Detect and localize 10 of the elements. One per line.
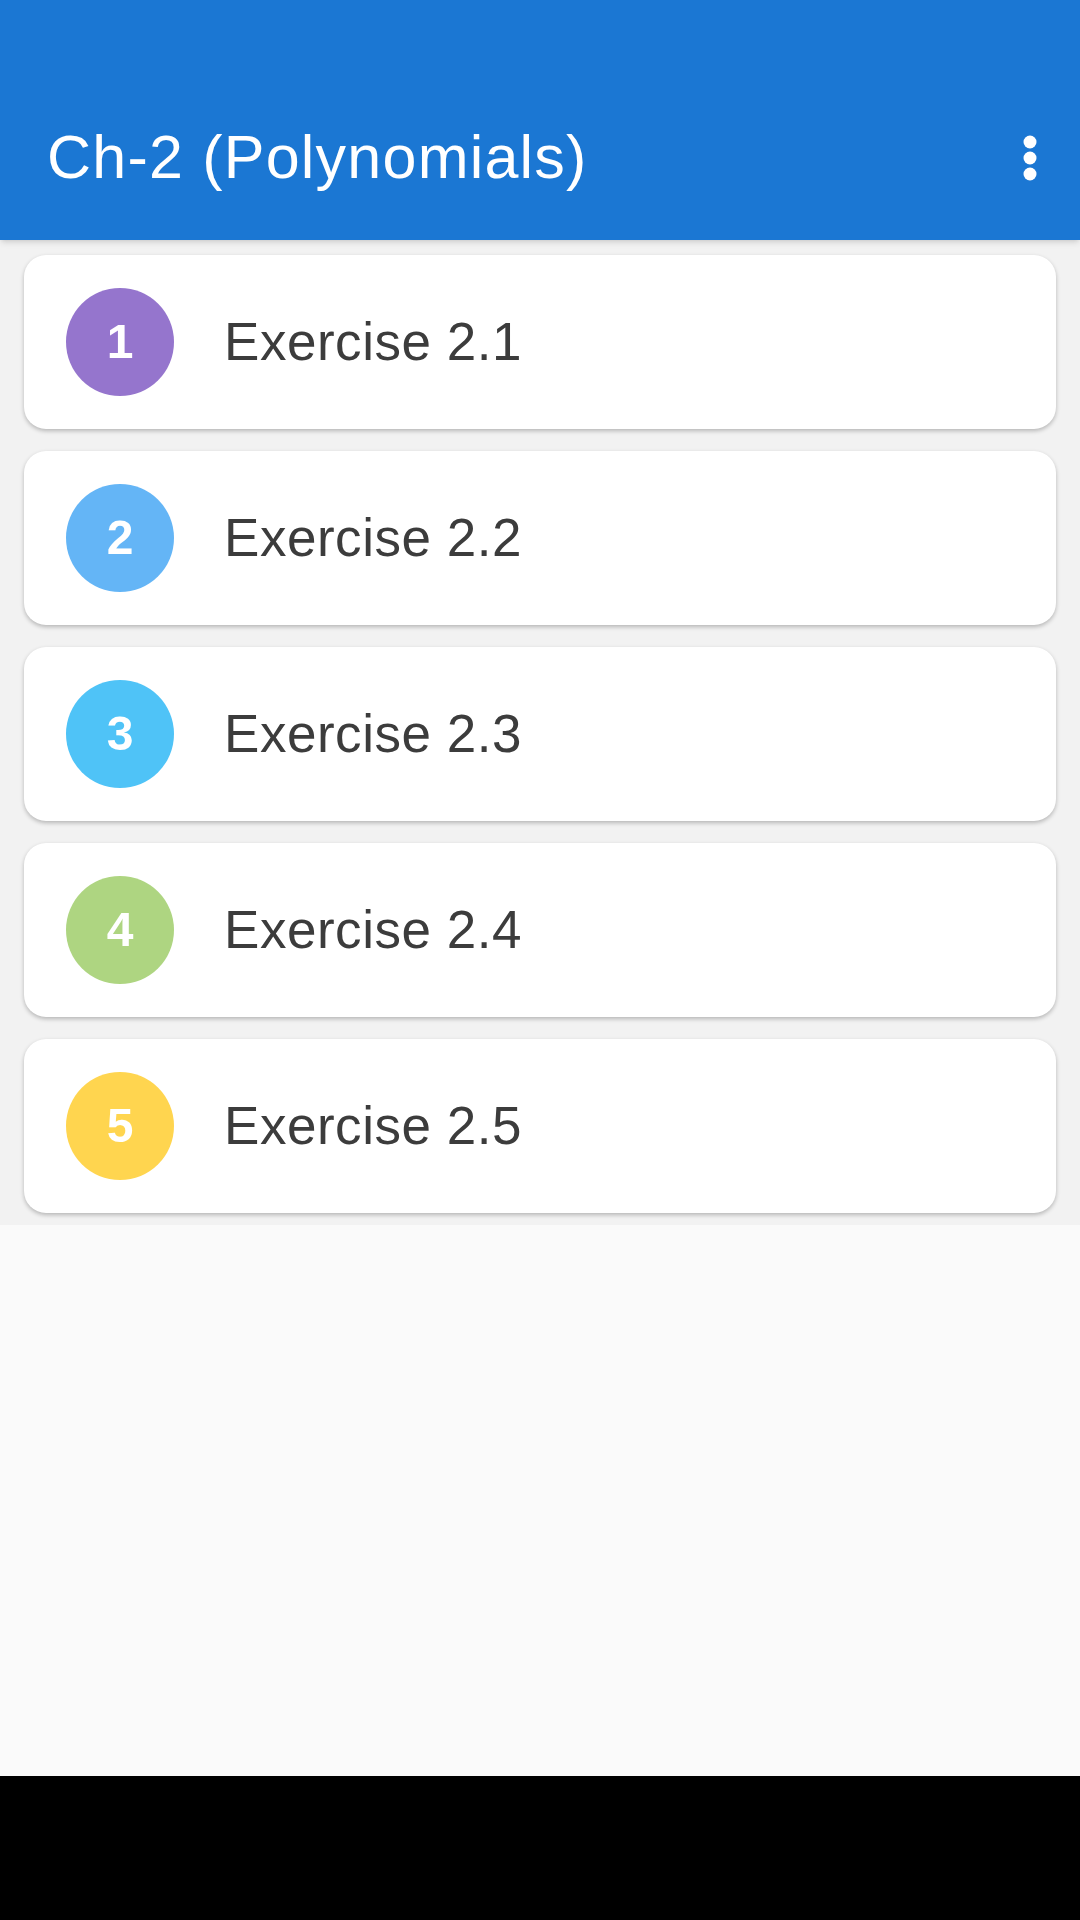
number-badge: 5 [66,1072,174,1180]
exercise-card[interactable]: 3 Exercise 2.3 [24,647,1056,821]
number-badge: 1 [66,288,174,396]
number-badge: 4 [66,876,174,984]
exercise-card[interactable]: 5 Exercise 2.5 [24,1039,1056,1213]
number-badge: 2 [66,484,174,592]
exercise-card[interactable]: 2 Exercise 2.2 [24,451,1056,625]
number-badge: 3 [66,680,174,788]
exercise-card[interactable]: 4 Exercise 2.4 [24,843,1056,1017]
exercise-card[interactable]: 1 Exercise 2.1 [24,255,1056,429]
